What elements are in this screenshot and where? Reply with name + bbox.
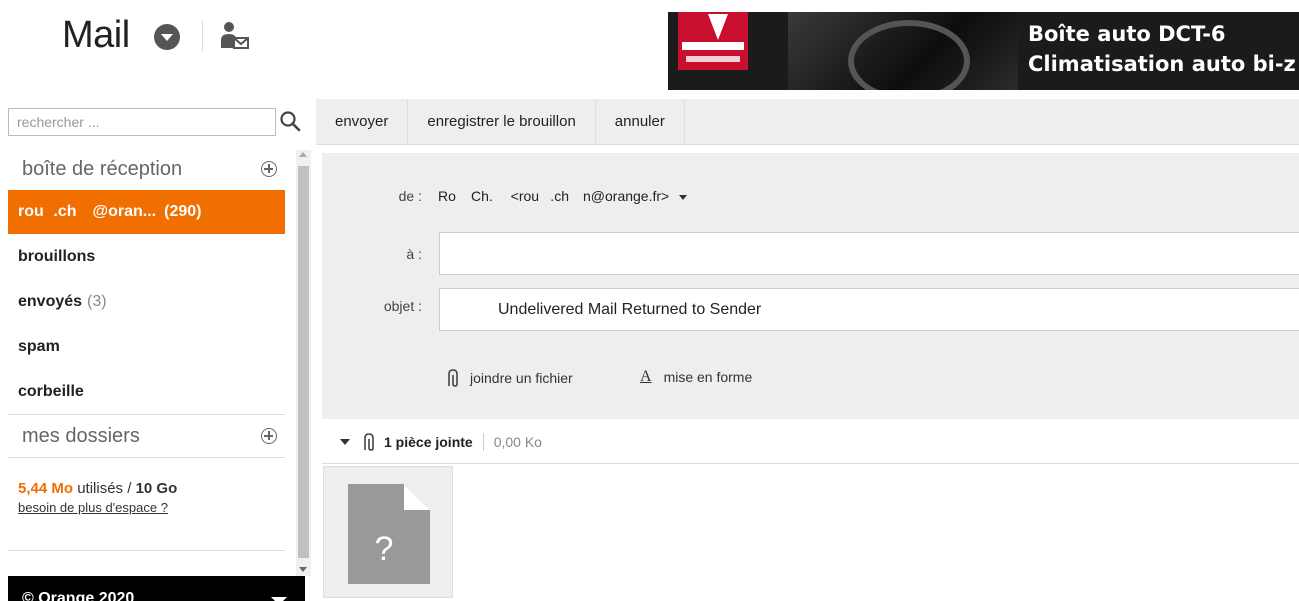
- save-draft-button[interactable]: enregistrer le brouillon: [408, 98, 596, 145]
- attachment-size: 0,00 Ko: [493, 433, 542, 450]
- subject-field[interactable]: [439, 288, 1299, 331]
- storage-info: 5,44 Mo utilisés / 10 Go besoin de plus …: [8, 458, 285, 516]
- to-label: à :: [406, 246, 422, 262]
- inbox-section-header: boîte de réception: [8, 148, 285, 190]
- from-selector[interactable]: Ro Ch. <rou .ch n@orange.fr>: [438, 188, 688, 204]
- sidebar-item-drafts[interactable]: brouillons: [8, 234, 285, 279]
- account-label: rou .ch @oran...: [18, 203, 157, 220]
- attach-file-label: joindre un fichier: [470, 370, 573, 386]
- cancel-button[interactable]: annuler: [596, 98, 685, 145]
- caret-down-icon[interactable]: [271, 597, 287, 601]
- send-button[interactable]: envoyer: [316, 98, 409, 145]
- file-glyph: ?: [375, 530, 394, 568]
- to-field[interactable]: [439, 232, 1299, 275]
- paperclip-icon: [364, 432, 374, 451]
- collapse-icon[interactable]: [340, 438, 350, 445]
- sidebar-item-label: brouillons: [18, 247, 96, 265]
- ad-line-2: Climatisation auto bi-z: [1028, 52, 1296, 76]
- sent-count: (3): [87, 292, 107, 310]
- attachments-bar: 1 pièce jointe 0,00 Ko: [322, 420, 1299, 464]
- sidebar-item-label: spam: [18, 337, 60, 355]
- unknown-file-icon: ?: [348, 484, 430, 584]
- ad-banner[interactable]: Boîte auto DCT-6 Climatisation auto bi-z: [668, 12, 1299, 90]
- from-label: de :: [398, 188, 422, 204]
- footer: © Orange 2020: [8, 576, 305, 601]
- ad-line-1: Boîte auto DCT-6: [1028, 22, 1226, 46]
- account-unread-count: (290): [164, 203, 202, 220]
- sidebar-item-label: corbeille: [18, 382, 84, 400]
- attachment-count: 1 pièce jointe: [384, 433, 473, 450]
- more-space-link[interactable]: besoin de plus d'espace ?: [18, 500, 275, 516]
- scroll-thumb[interactable]: [298, 166, 309, 558]
- sidebar-item-trash[interactable]: corbeille: [8, 369, 285, 414]
- header-divider: [202, 20, 203, 52]
- search-input[interactable]: [8, 108, 276, 136]
- sidebar-item-account[interactable]: rou .ch @oran... (290): [8, 190, 285, 234]
- scroll-down-icon[interactable]: [299, 567, 307, 572]
- app-title: Mail: [62, 14, 130, 56]
- copyright-text: © Orange 2020: [22, 590, 135, 601]
- contacts-mail-icon[interactable]: [218, 20, 250, 52]
- sidebar-divider: [8, 550, 285, 551]
- attachment-thumbnail[interactable]: ?: [323, 466, 453, 598]
- paperclip-icon: [448, 369, 458, 387]
- folders-section-header: mes dossiers: [8, 415, 285, 457]
- compose-toolbar: envoyer enregistrer le brouillon annuler: [316, 98, 1299, 145]
- attachment-divider: [482, 432, 484, 451]
- storage-used: 5,44 Mo: [18, 480, 74, 497]
- sidebar-scrollbar[interactable]: [296, 150, 311, 576]
- format-label: mise en forme: [663, 369, 753, 385]
- from-value: Ro Ch. <rou .ch n@orange.fr>: [438, 188, 670, 204]
- sidebar-item-spam[interactable]: spam: [8, 324, 285, 369]
- compose-panel: de : Ro Ch. <rou .ch n@orange.fr> à : ob…: [322, 153, 1299, 419]
- scroll-up-icon[interactable]: [299, 152, 307, 157]
- storage-used-suffix: utilisés /: [77, 480, 132, 497]
- search-icon[interactable]: [279, 110, 301, 132]
- text-format-icon: A: [640, 368, 652, 385]
- caret-down-circle-icon[interactable]: [154, 24, 180, 50]
- warranty-badge-icon: [678, 12, 748, 70]
- inbox-section-title: boîte de réception: [22, 157, 183, 180]
- sidebar-item-sent[interactable]: envoyés (3): [8, 279, 285, 324]
- add-account-icon[interactable]: [261, 161, 277, 177]
- subject-label: objet :: [383, 298, 422, 314]
- add-folder-icon[interactable]: [261, 428, 277, 444]
- storage-total: 10 Go: [135, 480, 178, 497]
- attach-file-button[interactable]: joindre un fichier: [444, 368, 573, 388]
- caret-down-icon[interactable]: [679, 194, 688, 200]
- format-button[interactable]: A mise en forme: [640, 368, 752, 386]
- car-interior-image: [788, 12, 1018, 90]
- sidebar-item-label: envoyés: [18, 292, 83, 310]
- sidebar: boîte de réception rou .ch @oran... (290…: [8, 148, 305, 601]
- folders-section-title: mes dossiers: [22, 424, 140, 447]
